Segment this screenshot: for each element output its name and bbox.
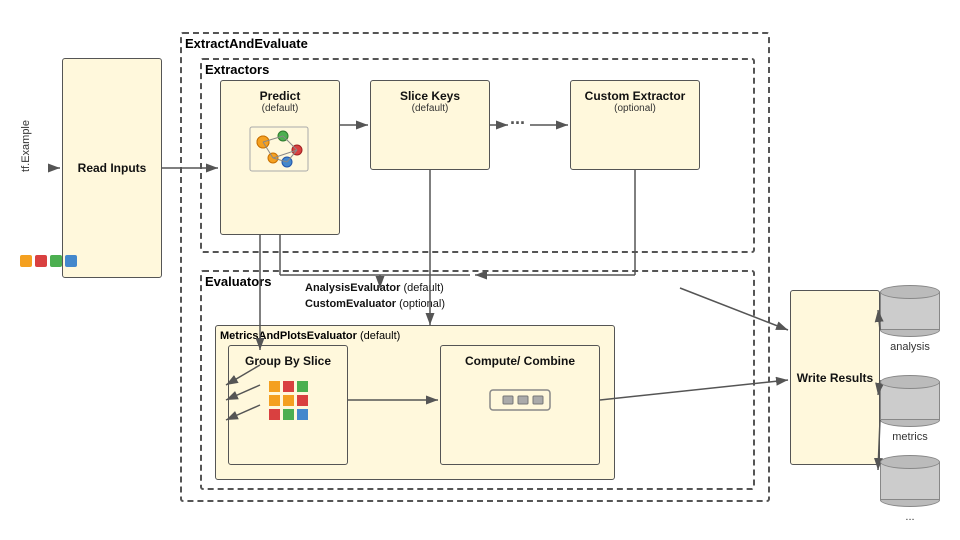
slice-keys-box: Slice Keys (default) — [370, 80, 490, 170]
predict-box: Predict (default) — [220, 80, 340, 235]
network-graph-icon — [245, 122, 315, 177]
other-db: ... — [880, 455, 940, 523]
color-dots — [20, 255, 77, 267]
group-by-slice-label: Group By Slice — [245, 354, 331, 368]
tf-example-label: tf.Example — [20, 120, 32, 172]
custom-extractor-box: Custom Extractor (optional) — [570, 80, 700, 170]
dot-orange — [20, 255, 32, 267]
compute-combine-label: Compute/ Combine — [465, 354, 575, 368]
metrics-plots-label: MetricsAndPlotsEvaluator (default) — [220, 330, 400, 342]
analysis-db: analysis — [880, 285, 940, 353]
metrics-db: metrics — [880, 375, 940, 443]
dot-red — [35, 255, 47, 267]
compute-icon — [485, 380, 555, 420]
custom-extractor-label: Custom Extractor — [585, 89, 686, 103]
predict-label: Predict — [260, 89, 301, 103]
write-results-box: Write Results — [790, 290, 880, 465]
ellipsis-extractors: ... — [510, 108, 525, 129]
cyl-top — [880, 455, 940, 469]
cyl-top — [880, 285, 940, 299]
slice-keys-label: Slice Keys — [400, 89, 460, 103]
write-results-label: Write Results — [797, 371, 873, 385]
extractors-label: Extractors — [205, 62, 269, 77]
cyl-top — [880, 375, 940, 389]
group-by-slice-box: Group By Slice — [228, 345, 348, 465]
metrics-db-label: metrics — [892, 431, 927, 443]
read-inputs-box: Read Inputs — [62, 58, 162, 278]
dot-blue — [65, 255, 77, 267]
other-db-label: ... — [905, 511, 914, 523]
slice-keys-sublabel: (default) — [412, 103, 449, 114]
compute-combine-box: Compute/ Combine — [440, 345, 600, 465]
read-inputs-label: Read Inputs — [78, 161, 147, 175]
custom-extractor-sublabel: (optional) — [614, 103, 656, 114]
analysis-db-label: analysis — [890, 341, 930, 353]
dot-green — [50, 255, 62, 267]
grid-icon — [261, 373, 316, 428]
custom-evaluator-label: CustomEvaluator (optional) — [305, 298, 445, 310]
evaluators-label: Evaluators — [205, 274, 271, 289]
diagram: ExtractAndEvaluate Extractors Evaluators… — [0, 0, 960, 540]
predict-sublabel: (default) — [262, 103, 299, 114]
analysis-evaluator-label: AnalysisEvaluator (default) — [305, 282, 444, 294]
